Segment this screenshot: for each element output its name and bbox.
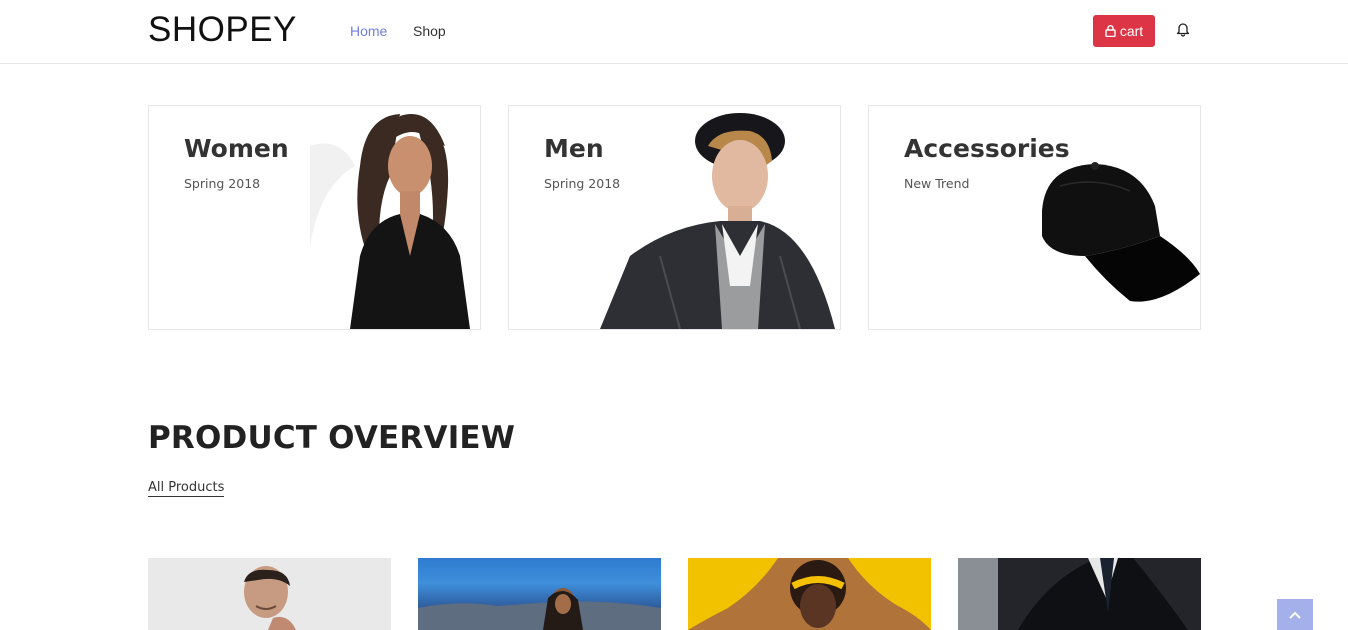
- woman-yellow-dress-image: [688, 558, 931, 630]
- woman-seaside-image: [418, 588, 661, 630]
- product-card[interactable]: [688, 558, 931, 630]
- all-products-link[interactable]: All Products: [148, 480, 225, 497]
- banner-accessories[interactable]: Accessories New Trend: [868, 105, 1201, 330]
- cart-label: cart: [1119, 23, 1144, 39]
- product-card[interactable]: [148, 558, 391, 630]
- nav-shop-link[interactable]: Shop: [413, 23, 446, 39]
- banner-women[interactable]: Women Spring 2018: [148, 105, 481, 330]
- site-header: SHOPEY Home Shop cart: [0, 0, 1348, 64]
- banner-men[interactable]: Men Spring 2018: [508, 105, 841, 330]
- bell-icon[interactable]: [1176, 21, 1190, 37]
- chevron-up-icon: [1289, 611, 1301, 619]
- lock-icon: [1105, 25, 1116, 37]
- banner-subtitle: Spring 2018: [184, 176, 261, 191]
- product-card[interactable]: [418, 558, 661, 630]
- man-model-image: [600, 113, 835, 329]
- back-to-top-button[interactable]: [1277, 599, 1313, 630]
- man-portrait-image: [244, 566, 296, 630]
- site-logo[interactable]: SHOPEY: [148, 10, 297, 50]
- black-cap-image: [1042, 162, 1200, 302]
- product-card[interactable]: [958, 558, 1201, 630]
- section-title: PRODUCT OVERVIEW: [148, 420, 516, 456]
- woman-model-image: [310, 114, 470, 329]
- banner-subtitle: New Trend: [904, 176, 970, 191]
- cart-button[interactable]: cart: [1093, 15, 1155, 47]
- banner-title: Women: [184, 134, 289, 163]
- nav-home-link[interactable]: Home: [350, 23, 387, 39]
- banner-title: Men: [544, 134, 604, 163]
- man-suit-image: [958, 558, 1188, 630]
